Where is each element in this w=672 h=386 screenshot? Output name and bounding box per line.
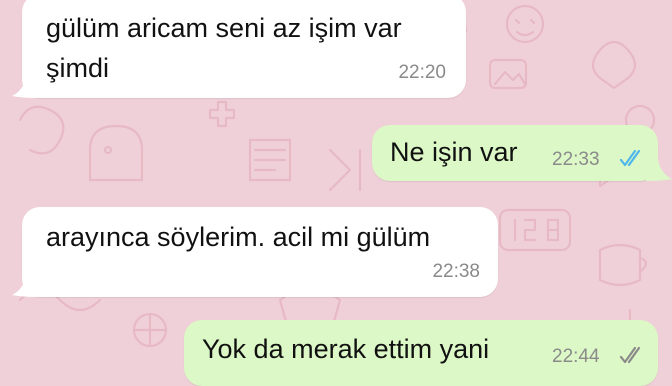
dino-doodle-icon xyxy=(88,124,144,182)
double-check-gray-icon xyxy=(619,346,641,364)
incoming-message-bubble[interactable]: arayınca söylerim. acil mi gülüm 22:38 xyxy=(22,207,498,297)
message-text: Yok da merak ettim yani xyxy=(202,334,490,364)
incoming-bubble-tail xyxy=(12,275,38,297)
message-text: gülüm aricam seni az işim var şimdi xyxy=(46,13,402,83)
sparkle-doodle-icon xyxy=(208,100,236,128)
double-check-blue-icon xyxy=(619,149,641,167)
message-text: Ne işin var xyxy=(390,137,518,167)
message-text: arayınca söylerim. acil mi gülüm xyxy=(46,222,431,252)
note-doodle-icon xyxy=(248,138,292,182)
message-timestamp: 22:33 xyxy=(552,149,600,170)
outgoing-bubble-tail xyxy=(646,159,672,181)
cup-doodle-icon xyxy=(598,243,642,287)
incoming-message-bubble[interactable]: gülüm aricam seni az işim var şimdi 22:2… xyxy=(22,0,466,98)
message-timestamp: 22:38 xyxy=(432,261,480,282)
message-timestamp: 22:44 xyxy=(552,346,600,367)
outgoing-message-bubble[interactable]: Ne işin var 22:33 xyxy=(372,125,658,181)
swirl-doodle-icon xyxy=(18,105,65,155)
outgoing-message-bubble[interactable]: Yok da merak ettim yani 22:44 xyxy=(184,320,658,386)
incoming-bubble-tail xyxy=(12,76,38,98)
smiley-doodle-icon xyxy=(505,4,545,44)
heart-doodle-icon xyxy=(591,40,637,90)
message-timestamp: 22:20 xyxy=(398,62,446,83)
